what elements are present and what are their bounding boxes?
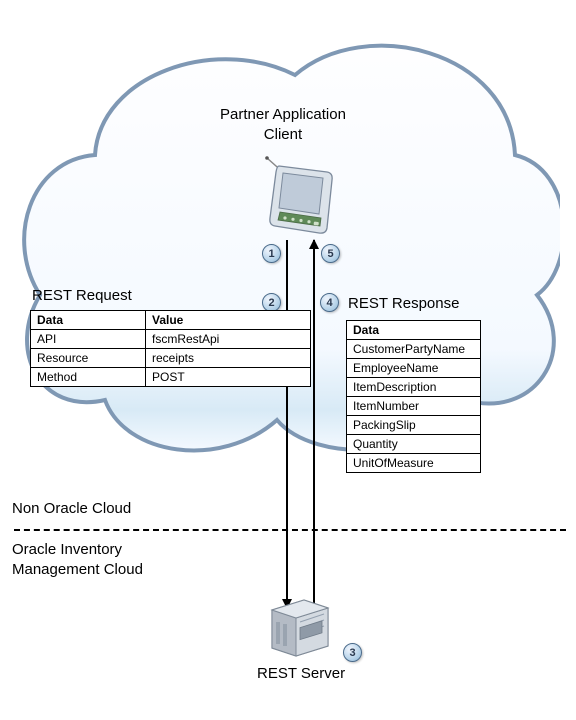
table-row: EmployeeName xyxy=(347,359,481,378)
req-header-data: Data xyxy=(31,311,146,330)
table-row: ItemDescription xyxy=(347,378,481,397)
step-marker-1: 1 xyxy=(262,244,281,263)
resp-header-data: Data xyxy=(347,321,481,340)
table-row: MethodPOST xyxy=(31,368,311,387)
table-row: Quantity xyxy=(347,435,481,454)
response-arrow xyxy=(313,240,315,608)
step-marker-5: 5 xyxy=(321,244,340,263)
partner-app-client-label: Partner Application Client xyxy=(220,105,346,144)
table-row: Resourcereceipts xyxy=(31,349,311,368)
req-header-value: Value xyxy=(146,311,311,330)
server-icon xyxy=(266,596,334,658)
oracle-inventory-label: Oracle Inventory Management Cloud xyxy=(12,540,143,579)
table-row: CustomerPartyName xyxy=(347,340,481,359)
pda-device-icon xyxy=(265,152,335,237)
step-marker-3: 3 xyxy=(343,643,362,662)
boundary-divider xyxy=(14,529,566,531)
table-row: PackingSlip xyxy=(347,416,481,435)
table-row: UnitOfMeasure xyxy=(347,454,481,473)
rest-response-table: Data CustomerPartyName EmployeeName Item… xyxy=(346,320,481,473)
rest-server-label: REST Server xyxy=(257,665,345,682)
rest-request-table: Data Value APIfscmRestApi Resourcereceip… xyxy=(30,310,311,387)
request-arrow xyxy=(286,240,288,608)
table-row: APIfscmRestApi xyxy=(31,330,311,349)
non-oracle-cloud-label: Non Oracle Cloud xyxy=(12,500,131,517)
step-marker-4: 4 xyxy=(320,293,339,312)
rest-response-title: REST Response xyxy=(348,295,459,312)
table-row: ItemNumber xyxy=(347,397,481,416)
rest-request-title: REST Request xyxy=(32,287,132,304)
table-row: Data Value xyxy=(31,311,311,330)
table-row: Data xyxy=(347,321,481,340)
